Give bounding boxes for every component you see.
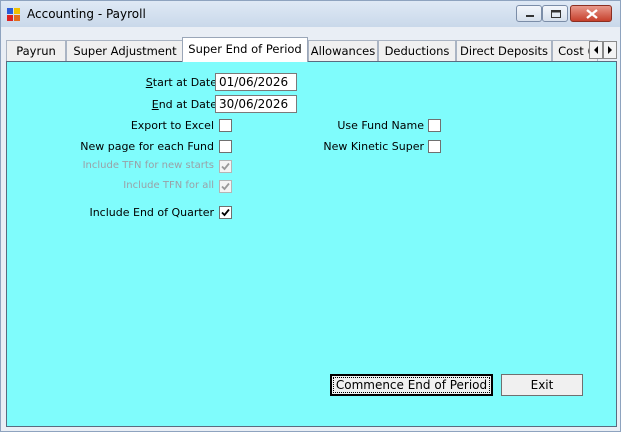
- checkmark-icon: [221, 208, 230, 217]
- arrow-left-icon: [594, 46, 598, 54]
- super-end-of-period-panel: Start at Date 01/06/2026 End at Date 30/…: [6, 61, 617, 427]
- start-date-field[interactable]: 01/06/2026: [215, 73, 297, 91]
- tab-label: Super End of Period: [188, 42, 302, 56]
- tab-label: Cost (: [558, 44, 592, 58]
- app-icon: [6, 6, 22, 22]
- payroll-window: Accounting - Payroll Payrun Super Adjust…: [0, 0, 621, 432]
- new-kinetic-super-checkbox[interactable]: [428, 140, 441, 153]
- tab-label: Direct Deposits: [459, 44, 549, 58]
- tab-label: Allowances: [310, 44, 376, 58]
- tab-super-end-of-period[interactable]: Super End of Period: [182, 37, 308, 62]
- tab-label: Payrun: [16, 44, 56, 58]
- use-fund-name-checkbox[interactable]: [428, 119, 441, 132]
- minimize-button[interactable]: [516, 5, 542, 22]
- exit-button-label: Exit: [530, 378, 554, 392]
- tab-direct-deposits[interactable]: Direct Deposits: [456, 40, 552, 61]
- tab-allowances[interactable]: Allowances: [308, 40, 378, 61]
- commence-end-of-period-button[interactable]: Commence End of Period: [330, 374, 493, 396]
- export-to-excel-checkbox[interactable]: [219, 119, 232, 132]
- commence-button-label: Commence End of Period: [332, 377, 491, 393]
- checkmark-icon: [221, 182, 230, 191]
- tab-label: Super Adjustment: [73, 44, 177, 58]
- tab-label: Deductions: [384, 44, 450, 58]
- window-title: Accounting - Payroll: [27, 7, 146, 21]
- exit-button[interactable]: Exit: [501, 374, 583, 396]
- tab-deductions[interactable]: Deductions: [378, 40, 456, 61]
- tab-payrun[interactable]: Payrun: [6, 40, 66, 61]
- include-tfn-all-checkbox: [219, 180, 232, 193]
- export-to-excel-label: Export to Excel: [130, 119, 214, 132]
- new-kinetic-super-label: New Kinetic Super: [323, 140, 424, 153]
- close-button[interactable]: [570, 5, 612, 22]
- start-date-mnemonic: S: [145, 76, 153, 89]
- maximize-button[interactable]: [542, 5, 568, 22]
- checkmark-icon: [221, 162, 230, 171]
- title-bar[interactable]: Accounting - Payroll: [1, 1, 620, 27]
- end-date-field[interactable]: 30/06/2026: [215, 95, 297, 113]
- tab-strip: Payrun Super Adjustment Super End of Per…: [6, 37, 618, 62]
- start-date-label: Start at Date: [146, 76, 217, 89]
- tab-scroll-left-button[interactable]: [589, 41, 603, 59]
- tab-super-adjustment[interactable]: Super Adjustment: [66, 40, 184, 61]
- tab-scroll-right-button[interactable]: [603, 41, 617, 59]
- include-tfn-all-label: Include TFN for all: [123, 180, 214, 191]
- end-date-label-text: nd at Date: [158, 98, 217, 111]
- include-end-of-quarter-label: Include End of Quarter: [89, 206, 214, 219]
- new-page-each-fund-label: New page for each Fund: [80, 140, 214, 153]
- new-page-each-fund-checkbox[interactable]: [219, 140, 232, 153]
- include-end-of-quarter-checkbox[interactable]: [219, 206, 232, 219]
- arrow-right-icon: [608, 46, 612, 54]
- include-tfn-new-starts-label: Include TFN for new starts: [82, 160, 214, 171]
- start-date-label-text: tart at Date: [152, 76, 217, 89]
- include-tfn-new-starts-checkbox: [219, 160, 232, 173]
- end-date-mnemonic: E: [151, 98, 159, 111]
- use-fund-name-label: Use Fund Name: [337, 119, 424, 132]
- end-date-label: End at Date: [152, 98, 217, 111]
